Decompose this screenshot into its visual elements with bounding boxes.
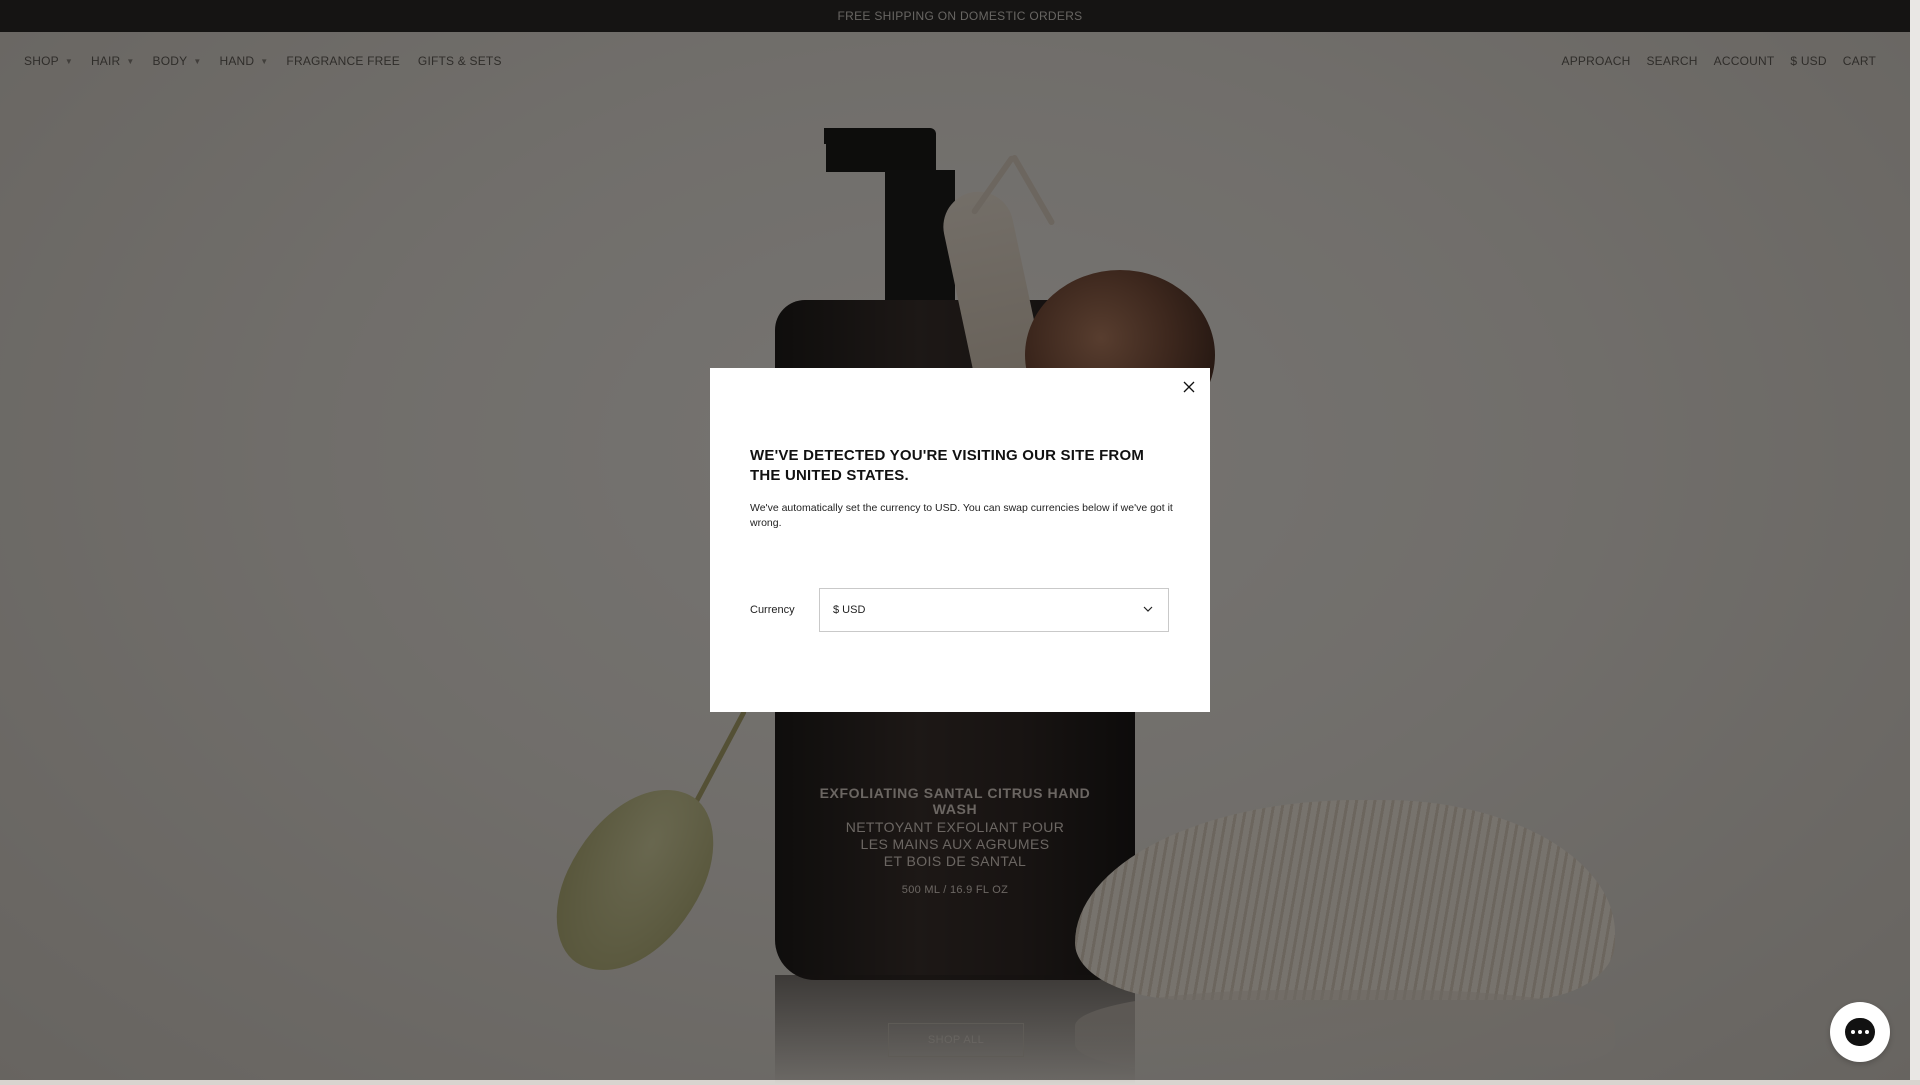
page-scrollbar[interactable] [1910,0,1920,1080]
modal-body: We've automatically set the currency to … [750,502,1173,529]
currency-select[interactable]: $ USD [819,588,1169,632]
currency-modal: WE'VE DETECTED YOU'RE VISITING OUR SITE … [710,368,1210,712]
close-button[interactable] [1178,376,1200,398]
currency-label: Currency [750,604,795,616]
modal-title: WE'VE DETECTED YOU'RE VISITING OUR SITE … [750,447,1145,484]
currency-selected-value: $ USD [833,604,866,616]
chat-button[interactable] [1830,1002,1890,1062]
chat-icon [1845,1018,1875,1046]
close-icon [1183,381,1195,393]
chevron-down-icon [1143,606,1153,612]
